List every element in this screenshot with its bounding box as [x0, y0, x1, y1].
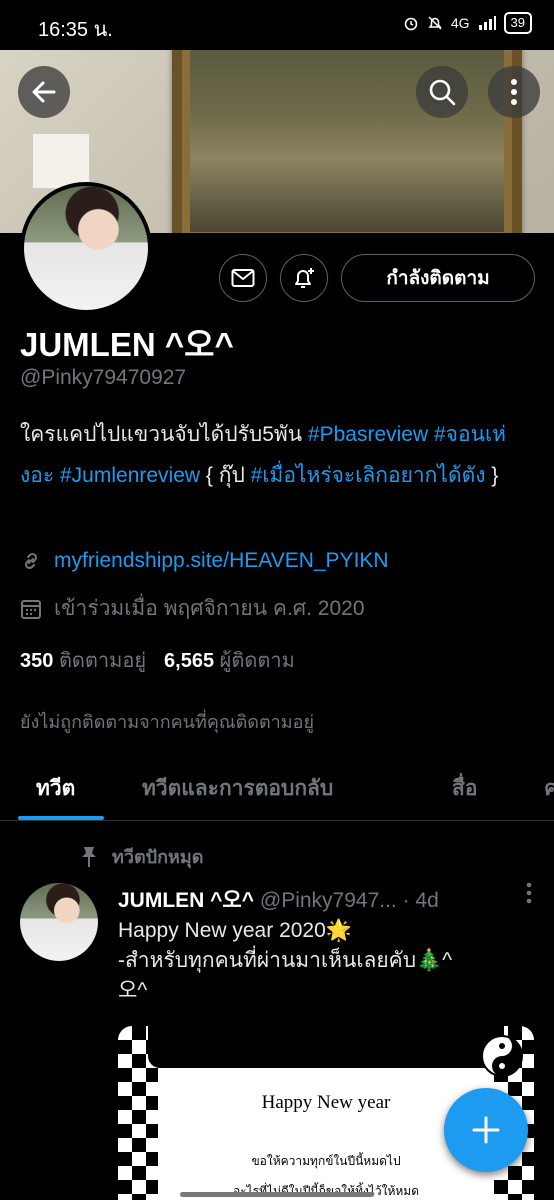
tweet-author-name[interactable]: JUMLEN ^오^ — [118, 889, 254, 912]
active-tab-indicator — [18, 816, 104, 820]
message-button[interactable] — [219, 254, 267, 302]
following-stat[interactable]: 350 ติดตามอยู่ — [20, 644, 146, 676]
status-icons: 4G 39 — [403, 12, 532, 34]
profile-avatar[interactable] — [20, 182, 152, 314]
back-button[interactable] — [18, 66, 70, 118]
website-row: myfriendshipp.site/HEAVEN_PYIKN — [20, 549, 389, 573]
tab-media[interactable]: สื่อ — [452, 772, 477, 805]
notifications-button[interactable] — [280, 254, 328, 302]
profile-display-name: JUMLEN ^오^ — [20, 326, 234, 363]
gesture-nav-bar — [180, 1192, 374, 1197]
compose-tweet-button[interactable] — [444, 1088, 528, 1172]
tweet-line: -สำหรับทุกคนที่ผ่านมาเห็นเลยคับ🎄^ — [118, 949, 453, 972]
pinned-label: ทวีตปักหมุด — [112, 847, 204, 867]
tweet-text: Happy New year 2020🌟 -สำหรับทุกคนที่ผ่าน… — [118, 916, 538, 1006]
banner-placard — [32, 133, 90, 189]
tweet-author-handle: @Pinky7947... — [259, 889, 397, 912]
network-type: 4G — [450, 15, 470, 31]
banner-painting-frame — [172, 50, 522, 233]
following-count: 350 — [20, 650, 54, 672]
followers-stat[interactable]: 6,565 ผู้ติดตาม — [164, 644, 295, 676]
profile-bio: ใครแคปไปแขวนจับได้ปรับ5พัน #Pbasreview #… — [20, 414, 540, 496]
bio-text: { กุ๊ป — [200, 464, 251, 487]
arrow-left-icon — [32, 81, 56, 103]
paper-plane-icon — [436, 1040, 466, 1068]
pinned-label-row: ทวีตปักหมุด — [80, 842, 203, 871]
bell-plus-icon — [295, 268, 314, 288]
calendar-icon — [21, 599, 41, 619]
bio-hashtag-link[interactable]: #Jumlenreview — [60, 464, 200, 487]
bio-hashtag-link[interactable]: #เมื่อไหร่จะเลิกอยากได้ตัง — [251, 464, 486, 487]
signal-icon — [478, 16, 496, 30]
status-time: 16:35 น. — [38, 19, 113, 41]
search-button[interactable] — [416, 66, 468, 118]
more-options-button[interactable] — [488, 66, 540, 118]
bio-hashtag-link[interactable]: #Pbasreview — [308, 423, 428, 446]
mute-bell-icon — [428, 16, 442, 30]
yin-yang-icon — [481, 1035, 523, 1077]
tab-likes[interactable]: ค — [544, 772, 554, 805]
followers-count: 6,565 — [164, 650, 215, 672]
pin-icon — [82, 846, 96, 867]
alarm-icon — [404, 17, 418, 31]
profile-handle: @Pinky79470927 — [20, 366, 187, 389]
tweet-time: · 4d — [402, 889, 439, 912]
tweet-header: JUMLEN ^오^ @Pinky7947... · 4d — [118, 884, 538, 914]
plus-icon — [472, 1116, 500, 1144]
vertical-dots-icon — [511, 79, 517, 105]
follow-stats: 350 ติดตามอยู่ 6,565 ผู้ติดตาม — [20, 644, 295, 676]
profile-tabs: ทวีต ทวีตและการตอบกลับ สื่อ ค — [0, 760, 554, 821]
followers-label: ผู้ติดตาม — [219, 650, 295, 672]
joined-date: เข้าร่วมเมื่อ พฤศจิกายน ค.ศ. 2020 — [54, 597, 365, 620]
bio-text: ใครแคปไปแขวนจับได้ปรับ5พัน — [20, 423, 308, 446]
tab-tweets-replies[interactable]: ทวีตและการตอบกลับ — [142, 772, 333, 805]
media-caption-line: อะไรที่ไม่ดีในปีนี้ก็ขอให้ทิ้งไว้ให้หมด — [232, 1184, 420, 1198]
envelope-icon — [231, 269, 255, 287]
following-label: ติดตามอยู่ — [58, 650, 147, 672]
following-button[interactable]: กำลังติดตาม — [341, 254, 535, 302]
not-followed-note: ยังไม่ถูกติดตามจากคนที่คุณติดตามอยู่ — [20, 712, 314, 732]
tweet-author-avatar[interactable] — [20, 883, 98, 961]
bio-text: } — [485, 464, 499, 487]
search-icon — [429, 79, 456, 106]
status-bar: 16:35 น. 4G 39 — [0, 0, 554, 50]
tweet-more-button[interactable] — [526, 882, 532, 910]
joined-row: เข้าร่วมเมื่อ พฤศจิกายน ค.ศ. 2020 — [20, 592, 365, 625]
vertical-dots-icon — [526, 882, 532, 904]
tweet-line: Happy New year 2020🌟 — [118, 919, 352, 942]
link-icon — [24, 552, 38, 570]
tab-tweets[interactable]: ทวีต — [36, 772, 75, 805]
website-link[interactable]: myfriendshipp.site/HEAVEN_PYIKN — [54, 549, 389, 573]
battery-indicator: 39 — [503, 12, 532, 34]
tweet-line: 오^ — [118, 979, 148, 1002]
